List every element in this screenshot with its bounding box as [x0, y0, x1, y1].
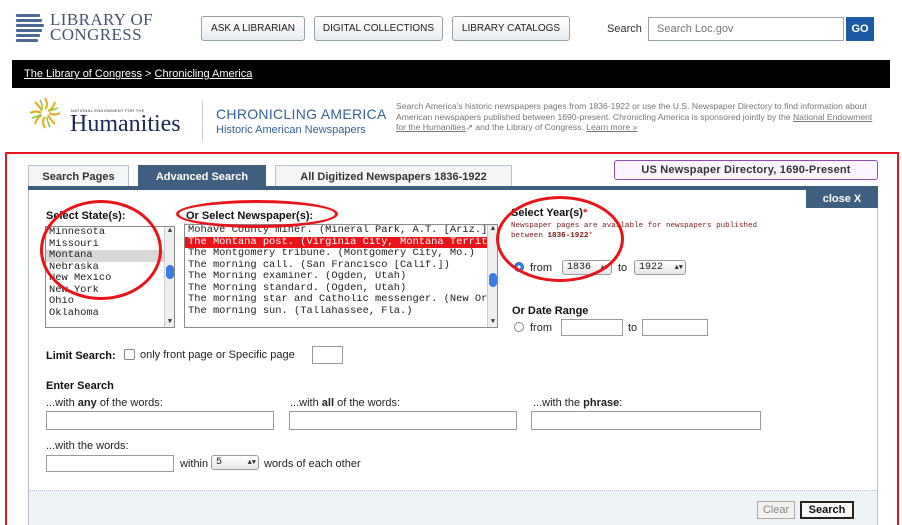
date-to-input[interactable] — [642, 319, 708, 336]
chevron-updown-icon: ▲▼ — [600, 264, 609, 272]
list-item[interactable]: New York — [46, 285, 174, 297]
library-catalogs-button[interactable]: LIBRARY CATALOGS — [452, 16, 570, 41]
all-words-input[interactable] — [289, 411, 517, 430]
newspapers-scrollbar[interactable]: ▲ ▼ — [487, 225, 497, 327]
neh-logo[interactable] — [28, 96, 62, 130]
list-item[interactable]: Ohio — [46, 296, 174, 308]
years-label: Select Year(s)* — [511, 207, 588, 219]
states-label: Select State(s): — [46, 210, 126, 222]
words-of-each-other-label: words of each other — [264, 458, 361, 470]
newspapers-listbox[interactable]: Mohave County miner. (Mineral Park, A.T.… — [184, 224, 498, 328]
list-item[interactable]: Nebraska — [46, 262, 174, 274]
list-item[interactable]: Mohave County miner. (Mineral Park, A.T.… — [185, 225, 497, 237]
tab-search-pages[interactable]: Search Pages — [28, 165, 129, 187]
list-item[interactable]: The morning sun. (Tallahassee, Fla.) — [185, 306, 497, 318]
external-link-icon: ↗ — [465, 122, 473, 132]
proximity-select[interactable]: 5 ▲▼ — [211, 455, 259, 470]
date-from-input[interactable] — [561, 319, 623, 336]
scroll-down-icon[interactable]: ▼ — [488, 318, 497, 327]
list-item[interactable]: The morning star and Catholic messenger.… — [185, 294, 497, 306]
date-from-label: from — [530, 322, 552, 334]
phrase-label: ...with the phrase: — [533, 397, 623, 409]
enter-search-heading: Enter Search — [46, 380, 114, 392]
tab-all-digitized[interactable]: All Digitized Newspapers 1836-1922 — [275, 165, 512, 187]
list-item[interactable]: The Morning standard. (Ogden, Utah) — [185, 283, 497, 295]
list-item[interactable]: The Montgomery tribune. (Montgomery City… — [185, 248, 497, 260]
to-label: to — [618, 262, 628, 274]
neh-sun-icon — [29, 97, 61, 129]
newspapers-label: Or Select Newspaper(s): — [186, 210, 314, 222]
learn-more-link[interactable]: Learn more » — [586, 122, 637, 132]
chevron-updown-icon: ▲▼ — [247, 459, 256, 467]
breadcrumb: The Library of Congress > Chronicling Am… — [12, 60, 890, 88]
list-item[interactable]: Minnesota — [46, 227, 174, 239]
list-item-selected[interactable]: Montana — [46, 250, 174, 262]
clear-button[interactable]: Clear — [757, 501, 795, 519]
breadcrumb-separator: > — [142, 68, 155, 80]
states-scrollbar[interactable]: ▲ ▼ — [164, 227, 174, 327]
list-item[interactable]: The morning call. (San Francisco [Calif.… — [185, 260, 497, 272]
limit-label: Limit Search: — [46, 350, 116, 362]
breadcrumb-current-link[interactable]: Chronicling America — [155, 68, 253, 80]
within-label: within — [180, 458, 209, 470]
list-item[interactable]: The Morning examiner. (Ogden, Utah) — [185, 271, 497, 283]
date-range-label: Or Date Range — [512, 305, 589, 317]
date-range-radio[interactable] — [514, 322, 524, 332]
action-bar — [29, 490, 877, 525]
list-item[interactable]: New Mexico — [46, 273, 174, 285]
front-page-checkbox[interactable] — [124, 349, 135, 360]
newspaper-directory-button[interactable]: US Newspaper Directory, 1690-Present — [614, 160, 878, 180]
chronicling-america-title[interactable]: CHRONICLING AMERICA — [216, 106, 387, 122]
proximity-words-label: ...with the words: — [46, 440, 129, 452]
digital-collections-button[interactable]: DIGITAL COLLECTIONS — [314, 16, 443, 41]
go-button[interactable]: GO — [846, 17, 874, 41]
masthead-description: Search America's historic newspapers pag… — [396, 101, 873, 132]
neh-big-text: Humanities — [70, 111, 181, 137]
search-input[interactable] — [648, 17, 844, 41]
ask-librarian-button[interactable]: ASK A LIBRARIAN — [201, 16, 305, 41]
from-label: from — [530, 262, 552, 274]
to-year-select[interactable]: 1922 ▲▼ — [634, 260, 686, 275]
year-range-radio[interactable] — [514, 262, 524, 272]
any-words-input[interactable] — [46, 411, 274, 430]
states-listbox[interactable]: Minnesota Missouri Montana Nebraska New … — [45, 226, 175, 328]
scroll-thumb[interactable] — [489, 273, 497, 287]
scroll-up-icon[interactable]: ▲ — [165, 227, 174, 236]
loc-logo-icon — [16, 12, 44, 42]
scroll-thumb[interactable] — [166, 265, 174, 279]
masthead-divider — [202, 101, 203, 141]
breadcrumb-home-link[interactable]: The Library of Congress — [24, 68, 142, 80]
top-header: LIBRARY OF CONGRESS ASK A LIBRARIAN DIGI… — [0, 0, 902, 60]
tab-advanced-search[interactable]: Advanced Search — [138, 165, 266, 187]
scroll-down-icon[interactable]: ▼ — [165, 318, 174, 327]
chevron-updown-icon: ▲▼ — [674, 264, 683, 272]
list-item[interactable]: Oklahoma — [46, 308, 174, 320]
close-button[interactable]: close X — [806, 190, 878, 208]
proximity-words-input[interactable] — [46, 455, 174, 472]
phrase-input[interactable] — [531, 411, 761, 430]
years-note: Newspaper pages are available for newspa… — [511, 222, 758, 240]
from-year-select[interactable]: 1836 ▲▼ — [562, 260, 612, 275]
list-item[interactable]: Missouri — [46, 239, 174, 251]
chronicling-america-subtitle: Historic American Newspapers — [216, 124, 366, 136]
list-item-selected[interactable]: The Montana post. (Virginia City, Montan… — [185, 236, 497, 248]
search-button[interactable]: Search — [800, 501, 854, 519]
any-words-label: ...with any of the words: — [46, 397, 163, 409]
specific-page-input[interactable] — [312, 346, 343, 364]
limit-text: only front page or Specific page — [140, 349, 295, 361]
all-words-label: ...with all of the words: — [290, 397, 401, 409]
loc-logo[interactable]: LIBRARY OF CONGRESS — [16, 10, 154, 44]
loc-logo-text: LIBRARY OF CONGRESS — [50, 10, 154, 44]
date-to-label: to — [628, 322, 638, 334]
search-label: Search — [607, 23, 642, 35]
scroll-up-icon[interactable]: ▲ — [488, 225, 497, 234]
